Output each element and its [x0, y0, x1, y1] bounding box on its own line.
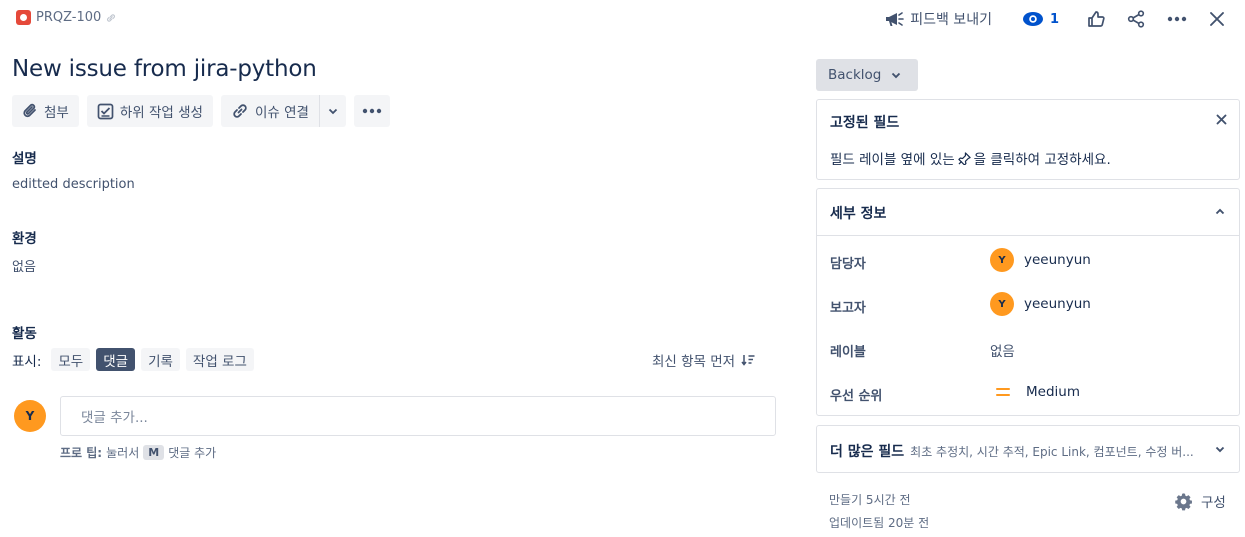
reporter-name: yeeunyun: [1024, 296, 1091, 312]
details-card: 세부 정보 담당자 Y yeeunyun 보고자 Y yeeunyun 레이블 …: [816, 188, 1240, 416]
more-actions-button[interactable]: [1159, 6, 1195, 32]
priority-value: Medium: [1026, 384, 1080, 400]
more-fields-card[interactable]: 더 많은 필드 최초 추정치, 시간 추적, Epic Link, 컴포넌트, …: [816, 425, 1240, 473]
attach-label: 첨부: [44, 105, 69, 121]
assignee-field[interactable]: Y yeeunyun: [990, 248, 1091, 272]
protip: 프로 팁: 눌러서 M 댓글 추가: [60, 444, 216, 461]
reporter-label: 보고자: [830, 301, 866, 316]
activity-heading: 활동: [12, 326, 37, 342]
configure-button[interactable]: 구성: [1174, 491, 1226, 511]
description-heading: 설명: [12, 151, 37, 167]
link-issue-dropdown[interactable]: [318, 95, 346, 127]
chevron-down-icon: [891, 72, 901, 79]
sort-descending-icon: [741, 354, 755, 366]
protip-prefix: 프로 팁:: [60, 446, 103, 460]
pinned-hint-before: 필드 레이블 옆에 있는: [830, 152, 955, 168]
shortcut-key: M: [143, 445, 165, 460]
close-icon: [1216, 114, 1227, 125]
filter-work-log[interactable]: 작업 로그: [185, 348, 254, 371]
assignee-name: yeeunyun: [1024, 252, 1091, 268]
issue-key-breadcrumb[interactable]: PRQZ-100: [16, 10, 116, 25]
protip-suffix: 댓글 추가: [168, 446, 217, 460]
pinned-fields-card: 고정된 필드 필드 레이블 옆에 있는 을 클릭하여 고정하세요.: [816, 99, 1240, 180]
chevron-down-icon: [1215, 446, 1225, 453]
filter-comments[interactable]: 댓글: [96, 348, 136, 371]
more-fields-header: 더 많은 필드 최초 추정치, 시간 추적, Epic Link, 컴포넌트, …: [830, 441, 1194, 461]
environment-text[interactable]: 없음: [12, 256, 36, 275]
close-icon: [1209, 11, 1225, 27]
create-subtask-button[interactable]: 하위 작업 생성: [86, 95, 213, 127]
status-dropdown[interactable]: Backlog: [816, 59, 918, 91]
sort-toggle[interactable]: 최신 항목 먼저: [652, 350, 755, 370]
thumbs-up-icon: [1087, 10, 1105, 28]
subtask-icon: [97, 103, 114, 120]
attach-button[interactable]: 첨부: [12, 95, 79, 127]
megaphone-icon: [884, 10, 905, 28]
link-icon: [231, 102, 249, 120]
eye-icon: [1022, 11, 1044, 27]
details-header[interactable]: 세부 정보: [817, 189, 1239, 236]
link-issue-label: 이슈 연결: [254, 105, 309, 121]
updated-time: 업데이트됨 20분 전: [829, 516, 930, 530]
pinned-fields-title: 고정된 필드: [830, 115, 900, 131]
more-actions-button[interactable]: [353, 95, 390, 127]
paperclip-icon: [22, 102, 38, 120]
link-icon[interactable]: [106, 13, 116, 23]
filter-history[interactable]: 기록: [141, 348, 180, 371]
more-fields-title: 더 많은 필드: [830, 444, 905, 460]
assignee-label: 담당자: [830, 257, 866, 272]
labels-label: 레이블: [830, 345, 866, 360]
reporter-field[interactable]: Y yeeunyun: [990, 292, 1091, 316]
more-icon: [1167, 16, 1187, 22]
comment-placeholder: 댓글 추가...: [81, 410, 148, 426]
pinned-hint-after: 을 클릭하여 고정하세요.: [973, 152, 1111, 168]
share-icon: [1127, 10, 1145, 28]
environment-heading: 환경: [12, 231, 37, 247]
chevron-down-icon: [328, 108, 338, 115]
more-fields-summary: 최초 추정치, 시간 추적, Epic Link, 컴포넌트, 수정 버...: [910, 445, 1194, 459]
activity-filter: 표시: 모두 댓글 기록 작업 로그: [12, 348, 254, 371]
priority-field[interactable]: Medium: [990, 384, 1080, 400]
issue-key[interactable]: PRQZ-100: [36, 10, 101, 25]
protip-press: 눌러서: [106, 446, 140, 460]
pinned-fields-hint: 필드 레이블 옆에 있는 을 클릭하여 고정하세요.: [830, 148, 1111, 168]
bug-type-icon: [16, 10, 31, 25]
close-button[interactable]: [1201, 6, 1233, 32]
issue-action-bar: 첨부 하위 작업 생성 이슈 연결: [12, 95, 390, 127]
issue-header-actions: 피드백 보내기 1: [876, 6, 1233, 32]
close-pinned-fields[interactable]: [1216, 114, 1227, 125]
create-subtask-label: 하위 작업 생성: [119, 105, 203, 121]
sort-label: 최신 항목 먼저: [652, 354, 736, 370]
details-title: 세부 정보: [830, 206, 887, 222]
status-label: Backlog: [828, 67, 882, 83]
priority-medium-icon: [990, 387, 1016, 397]
like-button[interactable]: [1079, 6, 1113, 32]
current-user-avatar: Y: [14, 400, 46, 432]
feedback-label: 피드백 보내기: [910, 12, 992, 28]
link-issue-button[interactable]: 이슈 연결: [220, 95, 319, 127]
labels-field[interactable]: 없음: [990, 340, 1015, 360]
watch-button[interactable]: 1: [1014, 6, 1067, 32]
gear-icon: [1174, 492, 1193, 511]
labels-value: 없음: [990, 344, 1015, 360]
link-issue-group: 이슈 연결: [220, 95, 346, 127]
assignee-avatar: Y: [990, 248, 1014, 272]
pin-icon: [957, 151, 971, 165]
filter-all[interactable]: 모두: [51, 348, 91, 371]
chevron-up-icon: [1215, 208, 1225, 215]
feedback-button[interactable]: 피드백 보내기: [876, 6, 1000, 32]
more-icon: [362, 108, 382, 114]
show-label: 표시:: [12, 353, 42, 370]
configure-label: 구성: [1201, 495, 1226, 511]
share-button[interactable]: [1119, 6, 1153, 32]
priority-label: 우선 순위: [830, 389, 883, 404]
watch-count: 1: [1049, 11, 1059, 27]
issue-title[interactable]: New issue from jira-python: [12, 56, 317, 82]
comment-input[interactable]: 댓글 추가...: [60, 396, 776, 436]
created-time: 만들기 5시간 전: [829, 493, 911, 507]
reporter-avatar: Y: [990, 292, 1014, 316]
description-text[interactable]: editted description: [12, 177, 135, 192]
